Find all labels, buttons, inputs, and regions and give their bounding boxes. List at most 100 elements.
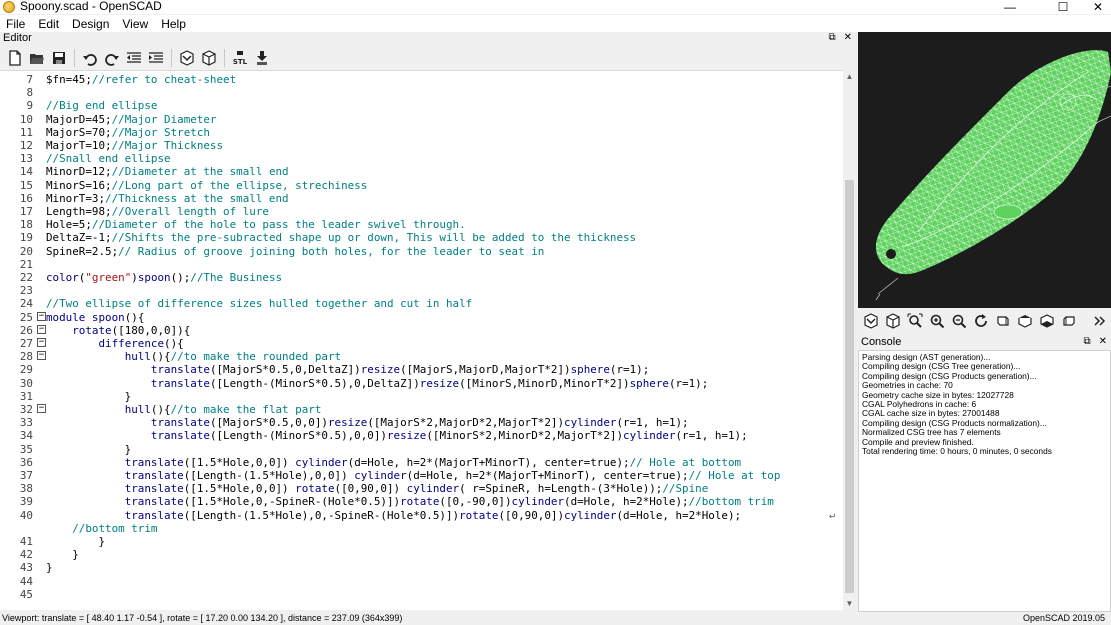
- code-line[interactable]: 16 MinorT=3;//Thickness at the small end: [0, 192, 843, 205]
- code-line[interactable]: 7 $fn=45;//refer to cheat-sheet: [0, 73, 843, 86]
- code-line[interactable]: 37 translate([Length-(1.5*Hole),0,0]) cy…: [0, 469, 843, 482]
- unindent-button[interactable]: [123, 47, 145, 69]
- code-token: (){: [164, 337, 184, 350]
- code-line[interactable]: 12 MajorT=10;//Major Thickness: [0, 139, 843, 152]
- maximize-button[interactable]: ☐: [1043, 0, 1083, 14]
- zoom-out-button[interactable]: [948, 310, 970, 332]
- code-line[interactable]: 22 color("green")spoon();//The Business: [0, 271, 843, 284]
- code-token: (){: [124, 310, 145, 324]
- undo-button[interactable]: [79, 47, 101, 69]
- code-line[interactable]: 20 SpineR=2.5;// Radius of groove joining…: [0, 245, 843, 258]
- code-line[interactable]: 35 }: [0, 443, 843, 456]
- code-line[interactable]: 27− difference(){: [0, 337, 843, 350]
- code-line[interactable]: 36 translate([1.5*Hole,0,0]) cylinder(d=…: [0, 456, 843, 469]
- export-stl-button[interactable]: STL: [229, 47, 251, 69]
- line-number: 32: [19, 403, 33, 416]
- scroll-up-arrow[interactable]: ▲: [843, 70, 856, 83]
- view-left-button[interactable]: [1058, 310, 1080, 332]
- new-file-button[interactable]: [4, 47, 26, 69]
- view-bottom-button[interactable]: [1036, 310, 1058, 332]
- minimize-button[interactable]: —: [990, 0, 1030, 14]
- code-line[interactable]: 9 //Big end ellipse: [0, 99, 843, 112]
- code-line[interactable]: 17 Length=98;//Overall length of lure: [0, 205, 843, 218]
- code-line[interactable]: 28− hull(){//to make the rounded part: [0, 350, 843, 363]
- view-top-button[interactable]: [1014, 310, 1036, 332]
- menu-design[interactable]: Design: [66, 15, 116, 32]
- code-line[interactable]: //bottom trim: [0, 522, 843, 535]
- code-line[interactable]: 25− module spoon(){: [0, 311, 843, 324]
- menu-edit[interactable]: Edit: [32, 15, 66, 32]
- code-line[interactable]: 29 translate([MajorS*0.5,0,DeltaZ])resiz…: [0, 363, 843, 376]
- code-line[interactable]: 14 MinorD=12;//Diameter at the small end: [0, 165, 843, 178]
- code-text: MajorD=45;//Major Diameter: [46, 113, 217, 126]
- fold-toggle-icon[interactable]: −: [37, 351, 46, 361]
- editor-float-button[interactable]: ⧉: [828, 32, 835, 44]
- reset-view-button[interactable]: [970, 310, 992, 332]
- code-line[interactable]: 19 DeltaZ=-1;//Shifts the pre-subracted s…: [0, 231, 843, 244]
- menu-view[interactable]: View: [116, 15, 155, 32]
- scroll-down-arrow[interactable]: ▼: [843, 597, 856, 610]
- open-file-button[interactable]: [26, 47, 48, 69]
- code-line[interactable]: 18 Hole=5;//Diameter of the hole to pass …: [0, 218, 843, 231]
- redo-button[interactable]: [101, 47, 123, 69]
- preview-button[interactable]: [176, 47, 198, 69]
- console-close-button[interactable]: ✕: [1099, 336, 1107, 348]
- code-line[interactable]: 8: [0, 86, 843, 99]
- fold-toggle-icon[interactable]: −: [37, 404, 46, 413]
- code-line[interactable]: 40 translate([Length-(1.5*Hole),0,-Spine…: [0, 509, 843, 522]
- code-line[interactable]: 23: [0, 284, 843, 297]
- code-line[interactable]: 11 MajorS=70;//Major Stretch: [0, 126, 843, 139]
- fold-toggle-icon[interactable]: −: [37, 324, 46, 334]
- close-button[interactable]: ✕: [1078, 0, 1111, 14]
- 3d-viewport[interactable]: [858, 32, 1111, 308]
- code-line[interactable]: 45: [0, 588, 843, 601]
- code-keyword: translate: [124, 495, 184, 509]
- scroll-thumb[interactable]: [845, 180, 854, 593]
- code-line[interactable]: 21: [0, 258, 843, 271]
- console-output[interactable]: Parsing design (AST generation)... Compi…: [858, 350, 1111, 612]
- code-keyword: sphere: [629, 376, 669, 390]
- code-line[interactable]: 10 MajorD=45;//Major Diameter: [0, 113, 843, 126]
- code-editor[interactable]: 7 $fn=45;//refer to cheat-sheet 8 9 //Big en…: [0, 70, 843, 610]
- line-number: 25: [19, 310, 33, 324]
- code-token: ([1.5*Hole,0,-SpineR-(Hole*0.5)]): [183, 495, 401, 509]
- code-line[interactable]: 42 }: [0, 548, 843, 561]
- code-line[interactable]: 39 translate([1.5*Hole,0,-SpineR-(Hole*0…: [0, 495, 843, 508]
- code-comment: //Major Stretch: [111, 125, 210, 139]
- code-line[interactable]: 34 translate([Length-(MinorS*0.5),0,0])r…: [0, 429, 843, 442]
- render-button[interactable]: [198, 47, 220, 69]
- console-float-button[interactable]: ⧉: [1083, 336, 1090, 348]
- spoon-model-render: [875, 50, 1111, 301]
- code-line[interactable]: 41 }: [0, 535, 843, 548]
- zoom-in-button[interactable]: [926, 310, 948, 332]
- code-line[interactable]: 31 }: [0, 390, 843, 403]
- code-line[interactable]: 44: [0, 575, 843, 588]
- view-preview-button[interactable]: [860, 310, 882, 332]
- code-line[interactable]: 32− hull(){//to make the flat part: [0, 403, 843, 416]
- fold-toggle-icon[interactable]: −: [37, 338, 46, 347]
- view-more-button[interactable]: [1088, 310, 1110, 332]
- code-line[interactable]: 43}: [0, 561, 843, 574]
- code-line[interactable]: 15 MinorS=16;//Long part of the ellipse, …: [0, 179, 843, 192]
- code-comment: //Overall length of lure: [111, 205, 269, 218]
- indent-button[interactable]: [145, 47, 167, 69]
- code-comment: //Diameter of the hole to pass the leade…: [91, 218, 466, 232]
- menu-file[interactable]: File: [0, 15, 32, 32]
- send-to-print-button[interactable]: [251, 47, 273, 69]
- editor-close-button[interactable]: ✕: [844, 32, 852, 44]
- fold-toggle-icon[interactable]: −: [37, 311, 46, 321]
- code-line[interactable]: 30 translate([Length-(MinorS*0.5),0,Delt…: [0, 377, 843, 390]
- menu-help[interactable]: Help: [155, 15, 193, 32]
- view-render-button[interactable]: [882, 310, 904, 332]
- code-line[interactable]: 33 translate([MajorS*0.5,0,0])resize([Ma…: [0, 416, 843, 429]
- editor-vertical-scrollbar[interactable]: ▲ ▼: [843, 70, 856, 610]
- view-right-button[interactable]: [992, 310, 1014, 332]
- view-all-button[interactable]: [904, 310, 926, 332]
- code-line[interactable]: 26− rotate([180,0,0]){: [0, 324, 843, 337]
- code-line[interactable]: 38 translate([1.5*Hole,0,0]) rotate([0,9…: [0, 482, 843, 495]
- code-line[interactable]: 13 //Snall end ellipse: [0, 152, 843, 165]
- save-button[interactable]: [48, 47, 70, 69]
- code-line[interactable]: 24 //Two ellipse of difference sizes hull…: [0, 297, 843, 310]
- line-wrap-icon: ↵: [829, 509, 836, 521]
- toolbar-separator: [74, 49, 75, 67]
